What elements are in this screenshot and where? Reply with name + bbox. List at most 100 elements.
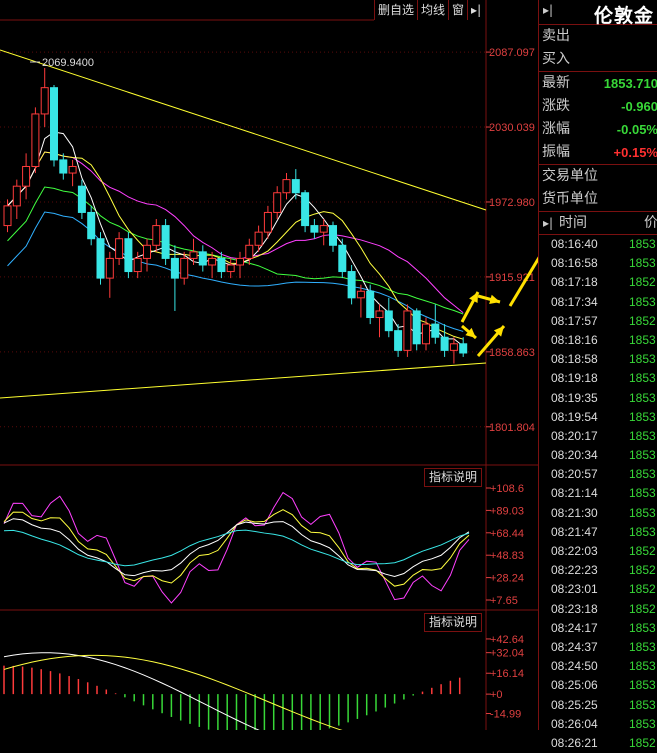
candle-body bbox=[105, 257, 114, 279]
tick-time: 08:17:18 bbox=[551, 275, 598, 290]
candle-body bbox=[59, 159, 68, 174]
candle-body bbox=[412, 310, 421, 345]
tick-price: 1853 bbox=[629, 371, 656, 386]
tick-row: 08:20:17 1853 bbox=[539, 427, 657, 446]
tick-price: 1853 bbox=[629, 390, 656, 405]
ma30-line bbox=[7, 186, 464, 315]
indicator-help-button-1[interactable]: 指标说明 bbox=[424, 468, 483, 487]
panel-pin-icon[interactable]: ▸| bbox=[543, 3, 553, 17]
candle-body bbox=[263, 211, 272, 233]
tick-time: 08:26:04 bbox=[551, 716, 598, 731]
quote-row-value: -0.960 bbox=[621, 99, 657, 114]
tick-price: 1853 bbox=[629, 256, 656, 271]
tick-price: 1853 bbox=[629, 409, 656, 424]
candle-body bbox=[431, 323, 440, 338]
quote-row-label: 最新 bbox=[542, 75, 570, 91]
moving-average-button[interactable]: 均线 bbox=[417, 0, 448, 20]
instrument-name: 伦敦金 bbox=[593, 5, 654, 27]
tick-price: 1853 bbox=[629, 237, 656, 251]
y-tick-label: 1801.804 bbox=[489, 422, 535, 434]
tick-row: 08:26:21 1852 bbox=[539, 734, 657, 753]
tick-row: 08:25:25 1853 bbox=[539, 696, 657, 715]
ticks-pin-icon[interactable]: ▸| bbox=[543, 212, 553, 234]
tick-time: 08:22:03 bbox=[551, 544, 598, 558]
quote-row-label: 涨跌 bbox=[542, 98, 570, 114]
tick-row: 08:21:47 1853 bbox=[539, 523, 657, 542]
osc-line-k bbox=[3, 518, 470, 577]
tick-row: 08:23:01 1852 bbox=[539, 580, 657, 599]
tick-time: 08:21:14 bbox=[551, 486, 598, 501]
remove-favorite-button[interactable]: 删自选 bbox=[374, 0, 417, 20]
tick-price: 1853 bbox=[629, 352, 656, 367]
tick-price: 1853 bbox=[629, 505, 656, 520]
tick-row: 08:19:35 1853 bbox=[539, 389, 657, 408]
candle-body bbox=[366, 290, 375, 319]
y-tick-label: 1972.980 bbox=[489, 197, 535, 209]
tick-price: 1852 bbox=[629, 582, 656, 597]
tick-row: 08:26:04 1853 bbox=[539, 715, 657, 734]
tick-row: 08:23:18 1852 bbox=[539, 600, 657, 619]
candle-body bbox=[198, 251, 207, 266]
y-tick-label: 1858.863 bbox=[489, 347, 535, 359]
tick-time: 08:25:06 bbox=[551, 678, 598, 693]
candle-body bbox=[170, 257, 179, 279]
y-tick-label: +89.03 bbox=[490, 505, 524, 517]
candle-body bbox=[115, 238, 124, 259]
candle-body bbox=[96, 238, 105, 279]
pin-toggle-icon[interactable]: ▸| bbox=[467, 0, 484, 20]
candle-body bbox=[310, 225, 319, 233]
quote-row-label: 卖出 bbox=[542, 28, 570, 44]
tick-row: 08:22:03 1852 bbox=[539, 542, 657, 561]
tick-price: 1852 bbox=[629, 313, 656, 328]
tick-row: 08:20:57 1853 bbox=[539, 465, 657, 484]
tick-time: 08:21:47 bbox=[551, 524, 598, 539]
tick-price: 1853 bbox=[629, 620, 656, 635]
tick-price: 1852 bbox=[629, 544, 656, 558]
window-button[interactable]: 窗 bbox=[448, 0, 467, 20]
ticks-price-header: 价 bbox=[644, 215, 657, 231]
tick-price: 1853 bbox=[629, 697, 656, 712]
tick-price: 1853 bbox=[629, 659, 656, 674]
tick-time: 08:16:40 bbox=[551, 237, 598, 251]
y-tick-label: +108.6 bbox=[490, 483, 524, 495]
ticks-time-header: 时间 bbox=[559, 215, 587, 231]
tick-row: 08:24:17 1853 bbox=[539, 619, 657, 638]
ma20-line bbox=[7, 151, 464, 314]
candle-body bbox=[217, 257, 226, 273]
tick-time: 08:21:30 bbox=[551, 505, 598, 520]
candle-body bbox=[394, 330, 403, 351]
candle-body bbox=[440, 336, 449, 351]
candle-body bbox=[291, 179, 300, 194]
y-tick-label: +32.04 bbox=[490, 648, 524, 660]
indicator-help-button-2[interactable]: 指标说明 bbox=[424, 613, 483, 632]
tick-price: 1852 bbox=[629, 601, 656, 616]
osc-line-j bbox=[3, 491, 470, 604]
candle-body bbox=[403, 310, 412, 351]
candle-body bbox=[236, 257, 244, 266]
quote-row: 振幅 +0.15% bbox=[539, 141, 657, 165]
tick-row: 08:24:37 1853 bbox=[539, 638, 657, 657]
quote-row-value: +0.15% bbox=[613, 145, 657, 160]
quote-row-label: 货币单位 bbox=[542, 191, 598, 207]
y-tick-label: +48.83 bbox=[490, 550, 524, 562]
candle-body bbox=[161, 225, 170, 259]
tick-time: 08:20:57 bbox=[551, 467, 598, 482]
tick-time: 08:24:17 bbox=[551, 620, 598, 635]
tick-row: 08:22:23 1852 bbox=[539, 561, 657, 580]
candle-body bbox=[282, 179, 291, 194]
tick-row: 08:18:16 1853 bbox=[539, 331, 657, 350]
tick-time: 08:22:23 bbox=[551, 563, 598, 578]
quote-row-label: 振幅 bbox=[542, 144, 570, 160]
tick-time: 08:18:58 bbox=[551, 352, 598, 367]
tick-row: 08:21:14 1853 bbox=[539, 484, 657, 503]
quote-row: 买入 bbox=[539, 48, 657, 72]
tick-price: 1852 bbox=[629, 275, 656, 290]
oscillator-chart bbox=[3, 491, 470, 604]
candle-body bbox=[273, 192, 282, 213]
quote-row: 卖出 bbox=[539, 25, 657, 48]
ticks-list[interactable]: 08:16:40 1853 08:16:58 1853 08:17:18 1852 08:1… bbox=[539, 235, 657, 753]
tick-time: 08:23:18 bbox=[551, 601, 598, 616]
trend-line-lower bbox=[0, 362, 487, 399]
candle-body bbox=[143, 244, 151, 259]
candle-body bbox=[347, 271, 356, 299]
